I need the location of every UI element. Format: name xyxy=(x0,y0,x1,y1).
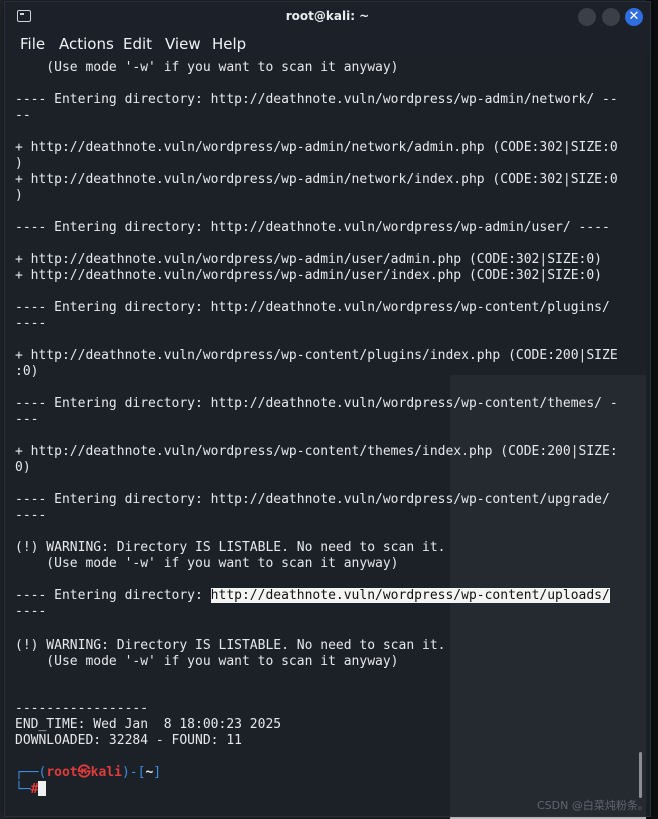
window-title: root@kali: ~ xyxy=(285,9,370,23)
output-line: --- xyxy=(15,412,39,427)
prompt-line-1: ┌──(root㉿kali)-[~] xyxy=(15,765,161,781)
prompt-at: ㉿ xyxy=(77,765,91,780)
menu-file[interactable]: File xyxy=(20,35,45,53)
output-line: -- xyxy=(15,108,31,123)
terminal-output[interactable]: (Use mode '-w' if you want to scan it an… xyxy=(15,60,647,810)
menu-view[interactable]: View xyxy=(165,35,201,53)
title-bar[interactable]: root@kali: ~ ✕ xyxy=(5,2,650,32)
menu-help[interactable]: Help xyxy=(212,35,246,53)
prompt-host: kali xyxy=(90,765,122,780)
output-line: + http://deathnote.vuln/wordpress/wp-adm… xyxy=(15,140,618,155)
output-line: (Use mode '-w' if you want to scan it an… xyxy=(15,654,399,669)
prompt-line-2[interactable]: └─# xyxy=(15,781,47,797)
terminal-window[interactable]: root@kali: ~ ✕ File Actions Edit View He… xyxy=(4,1,651,817)
output-line: ---- Entering directory: http://deathnot… xyxy=(15,300,610,315)
menu-actions[interactable]: Actions xyxy=(59,35,114,53)
output-divider: ----------------- xyxy=(15,701,149,716)
output-line: ---- Entering directory: http://deathnot… xyxy=(15,588,610,604)
close-button[interactable]: ✕ xyxy=(625,8,643,26)
output-line: (Use mode '-w' if you want to scan it an… xyxy=(15,556,399,571)
output-line: + http://deathnote.vuln/wordpress/wp-adm… xyxy=(15,252,602,267)
prompt-mid: )-[ xyxy=(121,765,146,780)
output-line: 0) xyxy=(15,460,31,475)
minimize-button[interactable] xyxy=(578,8,596,26)
output-line: ---- xyxy=(15,316,47,331)
output-line: + http://deathnote.vuln/wordpress/wp-con… xyxy=(15,348,618,363)
menu-edit[interactable]: Edit xyxy=(123,35,152,53)
output-line: ---- Entering directory: http://deathnot… xyxy=(15,492,610,507)
end-time-line: END_TIME: Wed Jan 8 18:00:23 2025 xyxy=(15,717,282,732)
watermark: CSDN @白菜炖粉条。 xyxy=(537,799,649,812)
output-line: ---- Entering directory: http://deathnot… xyxy=(15,220,610,235)
close-icon: ✕ xyxy=(628,9,640,24)
prompt-hash: # xyxy=(30,782,39,797)
output-line: ---- xyxy=(15,604,47,619)
output-line: + http://deathnote.vuln/wordpress/wp-adm… xyxy=(15,172,618,187)
menu-bar: File Actions Edit View Help xyxy=(5,32,650,56)
scrollbar-thumb[interactable] xyxy=(639,752,642,798)
output-line: + http://deathnote.vuln/wordpress/wp-con… xyxy=(15,444,618,459)
prompt-open: ┌──( xyxy=(15,765,47,780)
output-line: (!) WARNING: Directory IS LISTABLE. No n… xyxy=(15,540,446,555)
maximize-button[interactable] xyxy=(602,8,620,26)
output-line: ) xyxy=(15,188,23,203)
output-line: ---- Entering directory: http://deathnot… xyxy=(15,396,618,411)
text-cursor xyxy=(38,781,47,796)
prompt-prefix: └─ xyxy=(15,782,31,797)
output-line: (!) WARNING: Directory IS LISTABLE. No n… xyxy=(15,638,446,653)
output-line: ---- Entering directory: http://deathnot… xyxy=(15,92,618,107)
prompt-close: ] xyxy=(153,765,162,780)
output-line-prefix: ---- Entering directory: xyxy=(15,588,211,603)
output-line: (Use mode '-w' if you want to scan it an… xyxy=(15,60,399,75)
output-line: :0) xyxy=(15,364,39,379)
downloaded-line: DOWNLOADED: 32284 - FOUND: 11 xyxy=(15,733,242,748)
output-line: ) xyxy=(15,156,23,171)
prompt-user: root xyxy=(46,765,78,780)
output-line: ---- xyxy=(15,508,47,523)
output-line: + http://deathnote.vuln/wordpress/wp-adm… xyxy=(15,268,602,283)
selected-url[interactable]: http://deathnote.vuln/wordpress/wp-conte… xyxy=(210,588,610,603)
